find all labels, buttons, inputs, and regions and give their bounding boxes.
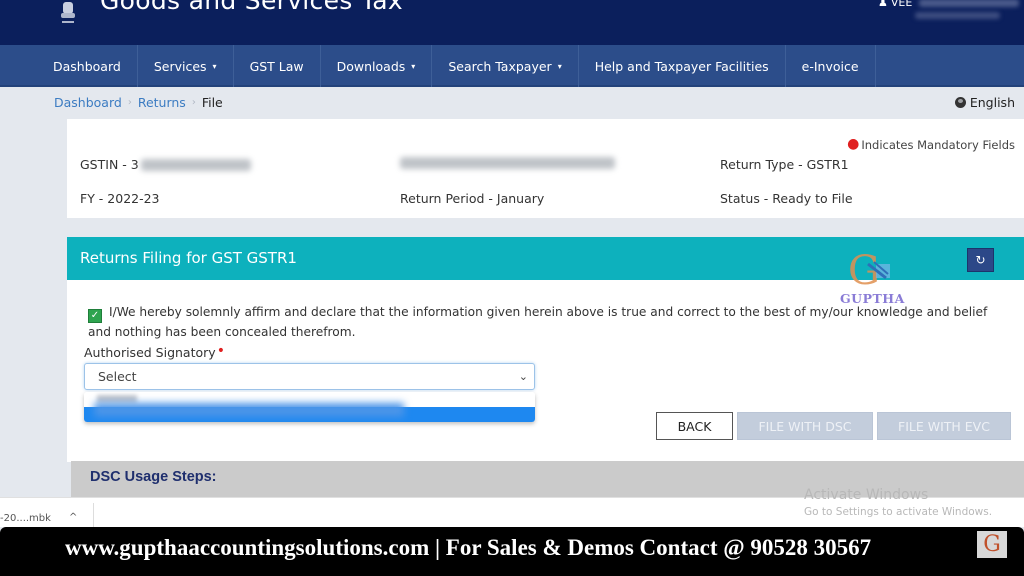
language-label: English <box>969 95 1015 110</box>
return-status: Status - Ready to File <box>720 191 853 206</box>
breadcrumb-bar: Dashboard › Returns › File English <box>0 87 1024 119</box>
breadcrumb-dashboard[interactable]: Dashboard <box>54 95 122 110</box>
user-name: VEE <box>890 0 913 9</box>
dsc-usage-steps-section[interactable]: DSC Usage Steps: <box>71 461 1024 497</box>
breadcrumb-current: File <box>201 95 223 110</box>
main-nav: Dashboard Services ▾ GST Law Downloads ▾ S… <box>0 45 1024 87</box>
site-title: Goods and Services Tax <box>100 0 403 15</box>
authorised-signatory-select[interactable]: Select ⌄ <box>84 363 535 390</box>
user-icon: ♟ <box>878 0 888 9</box>
dsc-usage-title: DSC Usage Steps: <box>90 469 217 485</box>
select-value: Select <box>98 369 137 384</box>
nav-services[interactable]: Services ▾ <box>138 45 234 87</box>
signatory-dropdown-list <box>84 392 535 422</box>
mandatory-note: ● Indicates Mandatory Fields <box>847 136 1015 152</box>
promo-footer-banner: www.gupthaaccountingsolutions.com | For … <box>0 527 1024 576</box>
nav-e-invoice[interactable]: e-Invoice <box>786 45 876 87</box>
caret-down-icon: ▾ <box>212 61 217 71</box>
required-dot-icon: • <box>216 343 225 359</box>
globe-icon <box>954 97 966 108</box>
gstin-redacted <box>140 158 251 171</box>
language-selector[interactable]: English <box>954 95 1015 110</box>
return-info-card: ● Indicates Mandatory Fields GSTIN - 3 Re… <box>67 119 1024 218</box>
breadcrumb-separator: › <box>127 97 132 108</box>
gstin-field: GSTIN - 3 <box>80 157 251 172</box>
declaration-text: I/We hereby solemnly affirm and declare … <box>88 305 988 339</box>
refresh-button[interactable]: ↻ <box>967 248 994 272</box>
nav-gst-law[interactable]: GST Law <box>234 45 321 87</box>
caret-down-icon: ▾ <box>557 61 562 71</box>
national-emblem-icon <box>61 2 75 23</box>
return-period: Return Period - January <box>400 191 545 206</box>
declaration: ✓ I/We hereby solemnly affirm and declare… <box>88 303 1008 341</box>
nav-search-taxpayer[interactable]: Search Taxpayer ▾ <box>432 45 579 87</box>
option-text-redacted <box>97 395 137 403</box>
signatory-label: Authorised Signatory• <box>84 343 225 360</box>
caret-up-icon[interactable]: ^ <box>69 512 77 523</box>
user-info-redacted <box>915 12 1000 19</box>
panel-title: Returns Filing for GST GSTR1 <box>80 249 297 267</box>
nav-help-facilities[interactable]: Help and Taxpayer Facilities <box>579 45 786 87</box>
nav-dashboard[interactable]: Dashboard <box>37 45 138 87</box>
breadcrumb-separator: › <box>191 97 196 108</box>
caret-down-icon: ▾ <box>411 61 416 71</box>
site-header: Goods and Services Tax ♟ VEE <box>0 0 1024 45</box>
legal-name-redacted <box>400 157 615 169</box>
shelf-divider <box>93 503 94 528</box>
breadcrumb: Dashboard › Returns › File <box>54 95 223 110</box>
user-name-redacted <box>919 0 1020 7</box>
nav-downloads[interactable]: Downloads ▾ <box>321 45 433 87</box>
chevron-down-icon: ⌄ <box>518 370 528 383</box>
legal-name-field <box>400 157 615 169</box>
option-text-redacted <box>94 403 404 417</box>
user-menu[interactable]: ♟ VEE <box>878 0 1020 9</box>
returns-filing-panel: Returns Filing for GST GSTR1 ↻ ✓ I/We her… <box>67 237 1024 462</box>
download-shelf: -20....mbk ^ <box>0 497 1024 528</box>
page: Goods and Services Tax ♟ VEE Dashboard S… <box>0 0 1024 576</box>
guptha-logo-icon: G <box>977 531 1007 558</box>
return-type: Return Type - GSTR1 <box>720 157 849 172</box>
required-dot-icon: ● <box>847 136 860 152</box>
refresh-icon: ↻ <box>975 253 986 267</box>
declaration-checkbox[interactable]: ✓ <box>88 309 102 323</box>
file-with-evc-button[interactable]: FILE WITH EVC <box>877 412 1011 440</box>
downloaded-file[interactable]: -20....mbk <box>0 513 51 524</box>
promo-text: www.gupthaaccountingsolutions.com | For … <box>65 535 872 560</box>
panel-header: Returns Filing for GST GSTR1 ↻ <box>67 237 1024 280</box>
financial-year: FY - 2022-23 <box>80 191 160 206</box>
file-with-dsc-button[interactable]: FILE WITH DSC <box>737 412 873 440</box>
back-button[interactable]: BACK <box>656 412 733 440</box>
breadcrumb-returns[interactable]: Returns <box>138 95 186 110</box>
